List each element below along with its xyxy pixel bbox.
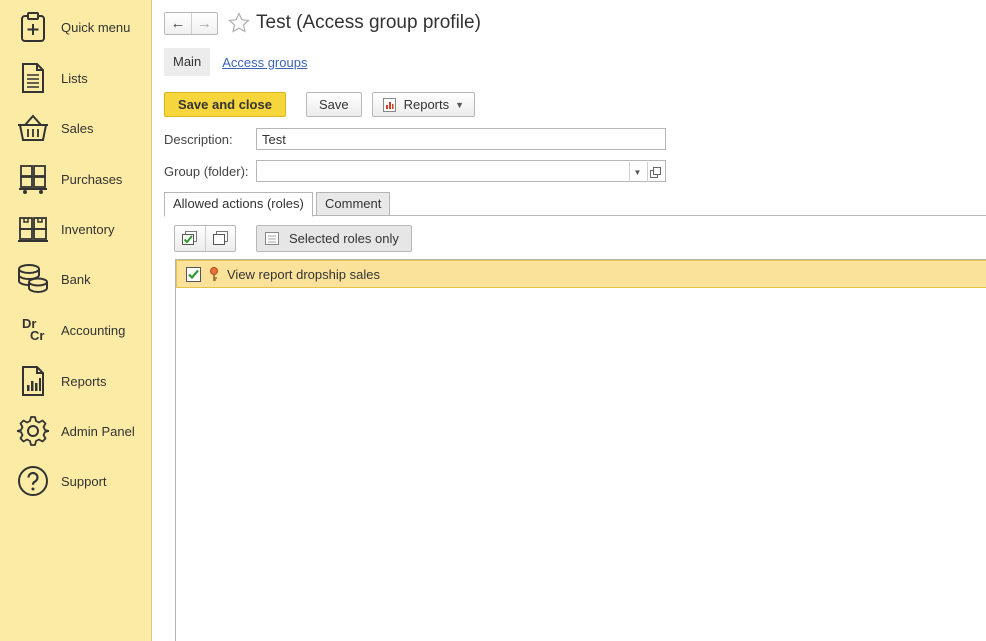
dropdown-arrow-icon[interactable]: ▼	[629, 162, 645, 182]
uncheck-all-icon[interactable]	[205, 225, 235, 251]
tab-access-groups[interactable]: Access groups	[222, 55, 307, 70]
group-label: Group (folder):	[164, 163, 249, 179]
list-filter-icon	[265, 231, 279, 245]
command-bar: Save and close Save Reports ▼	[164, 91, 476, 118]
sidebar-item-bank[interactable]: Bank	[0, 254, 151, 304]
tab-comment[interactable]: Comment	[316, 192, 391, 216]
group-row: Group (folder):	[164, 160, 249, 182]
page-title: Test (Access group profile)	[256, 12, 481, 33]
role-checkbox[interactable]	[186, 266, 201, 282]
list-item[interactable]: View report dropship sales	[176, 260, 986, 288]
save-and-close-button[interactable]: Save and close	[164, 92, 286, 117]
sidebar-item-purchases[interactable]: Purchases	[0, 154, 151, 204]
sidebar-item-accounting[interactable]: Dr Cr Accounting	[0, 305, 151, 355]
quick-menu-icon	[16, 10, 50, 44]
sidebar-item-reports[interactable]: Reports	[0, 356, 151, 406]
sidebar-item-label: Quick menu	[61, 19, 131, 35]
sidebar-item-label: Support	[61, 473, 107, 489]
bank-coins-icon	[16, 262, 50, 296]
check-all-icon[interactable]	[175, 226, 205, 251]
forward-button[interactable]: →	[191, 12, 217, 34]
main-content: ← → Test (Access group profile) Main Acc…	[152, 0, 986, 641]
admin-gear-icon	[16, 414, 50, 448]
report-icon	[382, 97, 396, 112]
reports-button-label: Reports	[403, 97, 450, 112]
save-button[interactable]: Save	[305, 92, 362, 117]
sidebar-item-inventory[interactable]: Inventory	[0, 204, 151, 254]
sidebar-item-label: Admin Panel	[61, 423, 135, 439]
sidebar-item-admin-panel[interactable]: Admin Panel	[0, 406, 151, 456]
accounting-drcr-icon: Dr Cr	[16, 313, 50, 347]
tab-allowed-actions[interactable]: Allowed actions (roles)	[164, 192, 313, 217]
role-label: View report dropship sales	[227, 266, 380, 282]
back-button[interactable]: ←	[165, 13, 191, 34]
description-label: Description:	[164, 131, 233, 147]
sidebar-item-lists[interactable]: Lists	[0, 53, 151, 103]
description-row: Description:	[164, 128, 233, 150]
sidebar-item-label: Bank	[61, 271, 91, 287]
open-form-icon[interactable]	[647, 162, 663, 182]
roles-toolbar: Selected roles only	[174, 224, 412, 252]
description-input[interactable]: Test	[256, 128, 666, 150]
sidebar-item-quick-menu[interactable]: Quick menu	[0, 2, 151, 52]
group-input[interactable]: ▼	[256, 160, 666, 182]
selected-roles-only-toggle[interactable]: Selected roles only	[256, 224, 412, 252]
sales-basket-icon	[16, 111, 50, 145]
favorite-star-icon[interactable]	[228, 12, 250, 34]
form-tabs: Main Access groups	[164, 48, 307, 76]
purchases-cart-icon	[16, 162, 50, 196]
sidebar-item-sales[interactable]: Sales	[0, 103, 151, 153]
roles-list: View report dropship sales	[175, 259, 986, 641]
sidebar-item-label: Reports	[61, 373, 107, 389]
sidebar-item-label: Accounting	[61, 322, 126, 338]
lists-icon	[16, 61, 50, 95]
inventory-boxes-icon	[16, 212, 50, 246]
selected-roles-only-label: Selected roles only	[289, 230, 399, 246]
sidebar: Quick menu Lists Sales Purchases Invento…	[0, 0, 152, 641]
sidebar-item-label: Sales	[61, 120, 94, 136]
sidebar-item-support[interactable]: Support	[0, 456, 151, 506]
sidebar-item-label: Inventory	[61, 221, 115, 237]
role-key-icon	[209, 266, 219, 282]
title-row: ← → Test (Access group profile)	[164, 10, 481, 36]
sidebar-item-label: Purchases	[61, 171, 123, 187]
inner-tabs: Allowed actions (roles) Comment	[164, 192, 986, 217]
reports-button[interactable]: Reports ▼	[371, 92, 476, 117]
support-question-icon	[16, 464, 50, 498]
sidebar-item-label: Lists	[61, 70, 88, 86]
credit-label: Cr	[30, 328, 45, 343]
reports-chart-icon	[16, 364, 50, 398]
dropdown-caret-icon: ▼	[455, 99, 465, 110]
history-nav: ← →	[164, 11, 218, 35]
tab-main[interactable]: Main	[164, 48, 211, 76]
mark-group	[174, 224, 236, 252]
